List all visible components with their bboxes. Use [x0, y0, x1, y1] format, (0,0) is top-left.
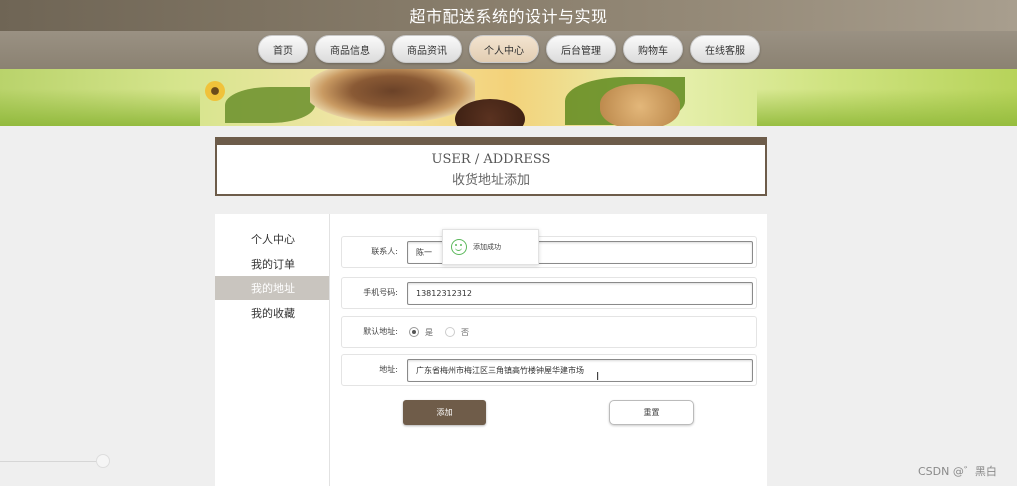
- banner-leaf: [225, 87, 315, 123]
- sidebar-item-addresses[interactable]: 我的地址: [215, 276, 329, 300]
- site-title: 超市配送系统的设计与实现: [409, 7, 608, 26]
- default-address-row: 默认地址: 是 否: [341, 316, 757, 348]
- nav-item-product-info[interactable]: 商品信息: [315, 35, 385, 63]
- nav-item-home[interactable]: 首页: [258, 35, 308, 63]
- address-row: 地址: 广东省梅州市梅江区三角镇高竹楼钟屋华建市场: [341, 354, 757, 386]
- banner-walnut: [600, 84, 680, 126]
- main-nav: 首页 商品信息 商品资讯 个人中心 后台管理 购物车 在线客服: [258, 35, 760, 65]
- page-title-cn: 收货地址添加: [451, 173, 530, 188]
- nav-item-admin[interactable]: 后台管理: [546, 35, 616, 63]
- page-title-en: USER / ADDRESS: [431, 152, 551, 167]
- default-address-label: 默认地址:: [363, 327, 398, 336]
- smile-icon: [451, 239, 467, 255]
- reset-button[interactable]: 重置: [609, 400, 694, 425]
- radio-no-label: 否: [461, 327, 469, 337]
- banner-flower: [205, 81, 225, 101]
- watermark: CSDN @゛黑白: [918, 465, 997, 478]
- radio-yes-label: 是: [425, 327, 433, 337]
- phone-input[interactable]: 13812312312: [407, 282, 753, 305]
- phone-row: 手机号码: 13812312312: [341, 277, 757, 309]
- contact-label: 联系人:: [371, 247, 398, 256]
- address-form: 联系人: 陈一 手机号码: 13812312312 默认地址: 是 否 地址: …: [329, 214, 767, 486]
- banner-grass-left: [0, 89, 200, 126]
- banner-image: [0, 69, 1017, 126]
- phone-label: 手机号码:: [363, 288, 398, 297]
- sidebar-item-personal-center[interactable]: 个人中心: [215, 227, 329, 251]
- default-address-radios: 是 否: [409, 317, 475, 347]
- contact-row: 联系人: 陈一: [341, 236, 757, 268]
- slider-track[interactable]: [0, 461, 100, 462]
- address-label: 地址:: [379, 365, 398, 374]
- nav-item-product-news[interactable]: 商品资讯: [392, 35, 462, 63]
- nav-item-support[interactable]: 在线客服: [690, 35, 760, 63]
- slider-handle[interactable]: [96, 454, 110, 468]
- radio-yes[interactable]: [409, 327, 419, 337]
- banner-grass-right: [757, 89, 1017, 126]
- banner-nut-bowl: [310, 69, 475, 121]
- success-toast: 添加成功: [442, 229, 539, 265]
- nav-item-cart[interactable]: 购物车: [623, 35, 683, 63]
- toast-message: 添加成功: [473, 243, 501, 251]
- radio-no[interactable]: [445, 327, 455, 337]
- page-title-box: USER / ADDRESS 收货地址添加: [215, 137, 767, 196]
- address-input[interactable]: 广东省梅州市梅江区三角镇高竹楼钟屋华建市场: [407, 359, 753, 382]
- text-cursor-icon: I: [596, 370, 600, 383]
- sidebar-item-orders[interactable]: 我的订单: [215, 252, 329, 276]
- sidebar-item-favorites[interactable]: 我的收藏: [215, 301, 329, 325]
- add-button[interactable]: 添加: [403, 400, 486, 425]
- nav-item-personal-center[interactable]: 个人中心: [469, 35, 539, 63]
- sidebar: 个人中心 我的订单 我的地址 我的收藏: [215, 214, 329, 486]
